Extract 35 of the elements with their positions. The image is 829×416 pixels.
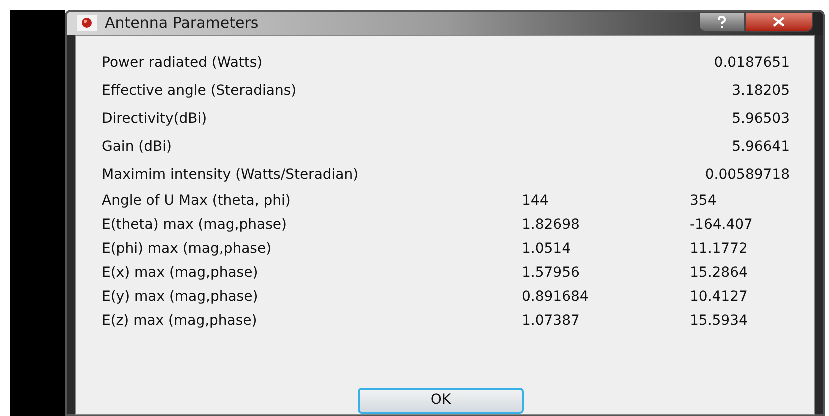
parameter-value: 15.2864 — [690, 264, 749, 283]
parameter-label: Power radiated (Watts) — [102, 54, 264, 73]
parameter-value: 144 — [522, 192, 550, 211]
parameter-value: 0.891684 — [522, 288, 590, 307]
parameter-label: E(phi) max (mag,phase) — [102, 240, 273, 259]
parameter-label: Directivity(dBi) — [102, 110, 208, 129]
parameter-label: E(z) max (mag,phase) — [102, 312, 258, 331]
window-title: Antenna Parameters — [105, 13, 260, 34]
parameter-value: 1.07387 — [522, 312, 581, 331]
parameter-value: 354 — [690, 192, 718, 211]
parameter-value: 5.96641 — [732, 138, 790, 157]
parameter-value: 1.0514 — [522, 240, 572, 259]
parameter-value: 15.5934 — [690, 312, 749, 331]
parameter-label: E(theta) max (mag,phase) — [102, 216, 288, 235]
parameter-value: 10.4127 — [690, 288, 749, 307]
parameter-label: Gain (dBi) — [102, 138, 173, 157]
help-icon — [717, 16, 727, 28]
parameter-label: Effective angle (Steradians) — [102, 82, 298, 101]
parameter-value: -164.407 — [690, 216, 754, 235]
parameter-value: 0.0187651 — [714, 54, 790, 73]
parameter-value: 0.00589718 — [705, 166, 790, 185]
parameter-value: 1.82698 — [522, 216, 581, 235]
parameter-label: E(y) max (mag,phase) — [102, 288, 260, 307]
parameter-label: E(x) max (mag,phase) — [102, 264, 260, 283]
close-button[interactable] — [745, 12, 813, 32]
help-button[interactable] — [699, 12, 745, 32]
close-icon — [773, 17, 785, 27]
ok-button[interactable]: OK — [358, 388, 524, 414]
parameter-value: 5.96503 — [732, 110, 790, 129]
parameter-label: Maximim intensity (Watts/Steradian) — [102, 166, 360, 185]
parameter-label: Angle of U Max (theta, phi) — [102, 192, 292, 211]
parameter-value: 11.1772 — [690, 240, 749, 259]
parameter-value: 3.18205 — [732, 82, 790, 101]
antenna-icon — [77, 15, 97, 32]
parameter-value: 1.57956 — [522, 264, 581, 283]
